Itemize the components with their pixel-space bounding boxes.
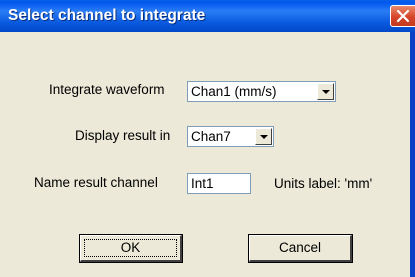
display-result-value: Chan7 [191,129,231,144]
units-label-text: Units label: 'mm' [274,176,373,191]
name-result-value: Int1 [191,176,214,191]
cancel-button[interactable]: Cancel [248,234,353,263]
integrate-waveform-select[interactable]: Chan1 (mm/s) [187,81,336,102]
close-icon [396,9,410,23]
name-result-label: Name result channel [34,175,158,190]
ok-button[interactable]: OK [79,234,183,263]
dropdown-arrow-icon[interactable] [317,83,334,100]
window-title: Select channel to integrate [8,7,206,24]
cancel-label: Cancel [278,240,322,255]
title-bar[interactable]: Select channel to integrate [0,0,415,32]
close-button[interactable] [390,5,415,27]
window-frame-right [410,32,415,277]
name-result-input[interactable]: Int1 [187,173,251,194]
integrate-waveform-label: Integrate waveform [49,82,165,97]
dropdown-arrow-icon[interactable] [255,128,272,145]
focus-indicator [84,239,177,257]
dialog-body [0,32,415,277]
display-result-label: Display result in [75,128,171,143]
display-result-select[interactable]: Chan7 [187,126,274,147]
integrate-waveform-value: Chan1 (mm/s) [191,84,277,99]
